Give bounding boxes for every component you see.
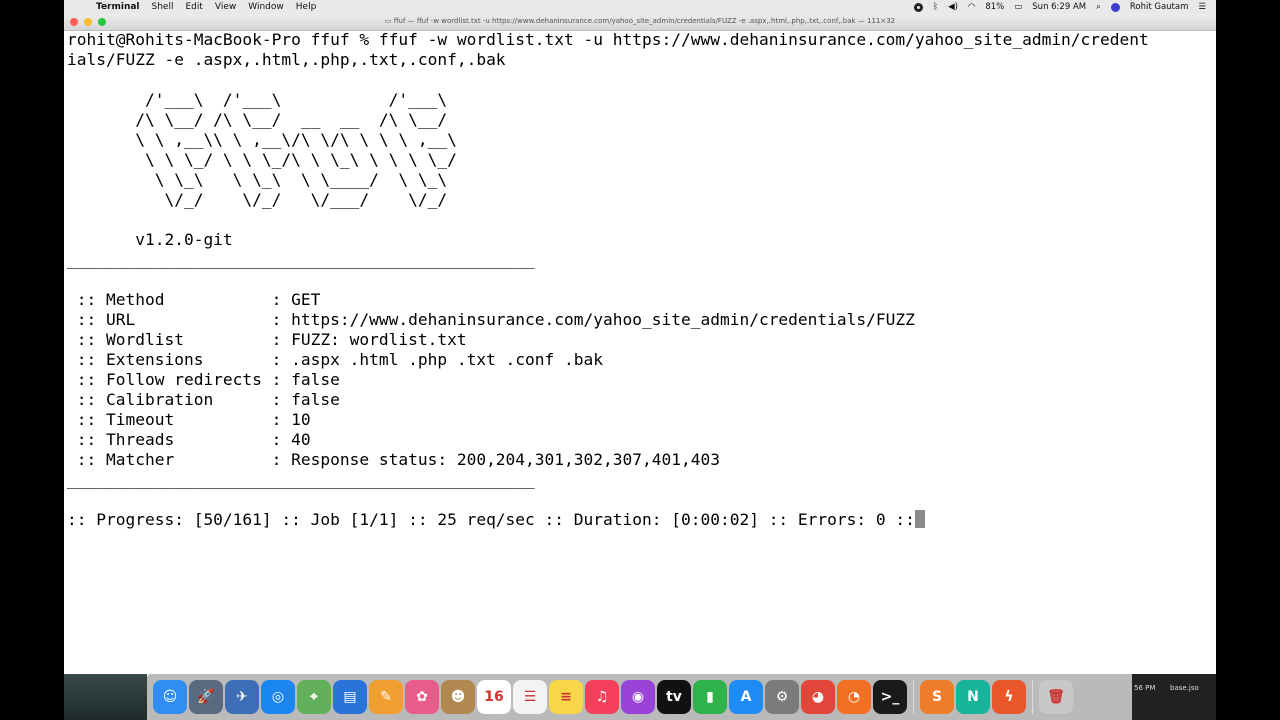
reminders-icon[interactable]: ☰	[513, 680, 547, 714]
terminal-line: \ \_\ \ \_\ \ \____/ \ \_\	[67, 170, 448, 189]
window-title-text: ffuf — ffuf -w wordlist.txt -u https://w…	[393, 17, 896, 25]
finder-icon[interactable]: ☺	[153, 680, 187, 714]
terminal-line: :: Timeout : 10	[67, 410, 311, 429]
window-title: ▭ ffuf — ffuf -w wordlist.txt -u https:/…	[64, 17, 1216, 25]
menu-view[interactable]: View	[215, 2, 236, 12]
terminal-line: :: Progress: [50/161] :: Job [1/1] :: 25…	[67, 510, 1212, 530]
terminal-line: /\ \__/ /\ \__/ __ __ /\ \__/	[67, 110, 448, 129]
dock: ☺ 🚀 ✈ ◎ ⌖ ▤ ✎ ✿ ☻ 16 ☰ ≡ ♫ ◉ tv ▮ A ⚙ ◕ ◔ >_ S Nϟ 🗑	[147, 674, 1138, 720]
calendar-icon[interactable]: 16	[477, 680, 511, 714]
contacts-icon[interactable]: ☻	[441, 680, 475, 714]
user-avatar-icon[interactable]	[1110, 2, 1120, 12]
menu-edit[interactable]: Edit	[185, 2, 202, 12]
firefox-icon[interactable]: ◔	[837, 680, 871, 714]
podcasts-icon[interactable]: ◉	[621, 680, 655, 714]
terminal-line: :: Matcher : Response status: 200,204,30…	[67, 450, 720, 469]
window-title-bar[interactable]: ▭ ffuf — ffuf -w wordlist.txt -u https:/…	[64, 14, 1216, 31]
menu-clock[interactable]: Sun 6:29 AM	[1032, 2, 1086, 12]
terminal-line: v1.2.0-git	[67, 230, 233, 249]
status-area: ᛒ ◀) ◠ 81% ▭ Sun 6:29 AM ⌕ Rohit Gautam …	[913, 2, 1216, 12]
screen: Terminal Shell Edit View Window Help ᛒ ◀…	[64, 0, 1216, 720]
menu-window[interactable]: Window	[248, 2, 284, 12]
dock-separator	[1032, 680, 1033, 714]
terminal-line: \ \ ,__\\ \ ,__\/\ \/\ \ \ \ ,__\	[67, 130, 457, 149]
terminal-line: :: Follow redirects : false	[67, 370, 340, 389]
appstore-icon[interactable]: A	[729, 680, 763, 714]
terminal-line: ________________________________________…	[67, 470, 535, 489]
terminal-line: \ \ \_/ \ \ \_/\ \ \_\ \ \ \ \_/	[67, 150, 457, 169]
terminal-folder-icon: ▭	[384, 17, 394, 25]
spotlight-search-icon[interactable]: ⌕	[1096, 2, 1101, 12]
screen-recording-icon[interactable]	[913, 2, 923, 12]
terminal-line: :: Extensions : .aspx .html .php .txt .c…	[67, 350, 604, 369]
notes-icon[interactable]: ≡	[549, 680, 583, 714]
system-preferences-icon[interactable]: ⚙	[765, 680, 799, 714]
keynote-icon[interactable]: ▤	[333, 680, 367, 714]
terminal-line: :: Calibration : false	[67, 390, 340, 409]
battery-percent[interactable]: 81%	[985, 2, 1004, 12]
dock-separator	[913, 680, 914, 714]
safari-icon[interactable]: ◎	[261, 680, 295, 714]
terminal-line: \/_/ \/_/ \/___/ \/_/	[67, 190, 448, 209]
music-icon[interactable]: ♫	[585, 680, 619, 714]
desktop-files: 56 PM base.jso	[1132, 674, 1216, 720]
terminal-line: :: Method : GET	[67, 290, 321, 309]
desktop-wallpaper	[64, 674, 147, 720]
notification-center-icon[interactable]: ☰	[1198, 2, 1206, 12]
terminal-line: /'___\ /'___\ /'___\	[67, 90, 448, 109]
pages-icon[interactable]: ✎	[369, 680, 403, 714]
battery-icon[interactable]: ▭	[1014, 2, 1022, 12]
terminal-cursor	[914, 510, 925, 528]
preview-icon[interactable]: ✈	[225, 680, 259, 714]
terminal-line: ________________________________________…	[67, 250, 535, 269]
numbers-icon[interactable]: ▮	[693, 680, 727, 714]
burp-icon[interactable]: ϟ	[992, 680, 1026, 714]
terminal-line: :: Wordlist : FUZZ: wordlist.txt	[67, 330, 467, 349]
appletv-icon[interactable]: tv	[657, 680, 691, 714]
menu-user-name[interactable]: Rohit Gautam	[1130, 2, 1189, 12]
launchpad-icon[interactable]: 🚀	[189, 680, 223, 714]
menu-bar: Terminal Shell Edit View Window Help ᛒ ◀…	[64, 0, 1216, 14]
sublime-icon[interactable]: S	[920, 680, 954, 714]
photos-icon[interactable]: ✿	[405, 680, 439, 714]
terminal-line: rohit@Rohits-MacBook-Pro ffuf % ffuf -w …	[67, 30, 1149, 49]
desktop-file-label[interactable]: base.jso	[1170, 684, 1199, 692]
desktop-time-fragment: 56 PM	[1134, 684, 1156, 692]
terminal-line: ials/FUZZ -e .aspx,.html,.php,.txt,.conf…	[67, 50, 506, 69]
trash-icon[interactable]: 🗑	[1039, 680, 1073, 714]
bluetooth-icon[interactable]: ᛒ	[933, 2, 938, 12]
webstorm-icon[interactable]: N	[956, 680, 990, 714]
terminal-output[interactable]: rohit@Rohits-MacBook-Pro ffuf % ffuf -w …	[67, 30, 1212, 674]
chrome-icon[interactable]: ◕	[801, 680, 835, 714]
menu-shell[interactable]: Shell	[152, 2, 174, 12]
terminal-icon[interactable]: >_	[873, 680, 907, 714]
wifi-icon[interactable]: ◠	[968, 2, 975, 12]
terminal-line: :: Threads : 40	[67, 430, 311, 449]
menu-app-terminal[interactable]: Terminal	[96, 2, 140, 12]
terminal-line: :: URL : https://www.dehaninsurance.com/…	[67, 310, 915, 329]
maps-icon[interactable]: ⌖	[297, 680, 331, 714]
menu-help[interactable]: Help	[296, 2, 317, 12]
volume-icon[interactable]: ◀)	[948, 2, 958, 12]
